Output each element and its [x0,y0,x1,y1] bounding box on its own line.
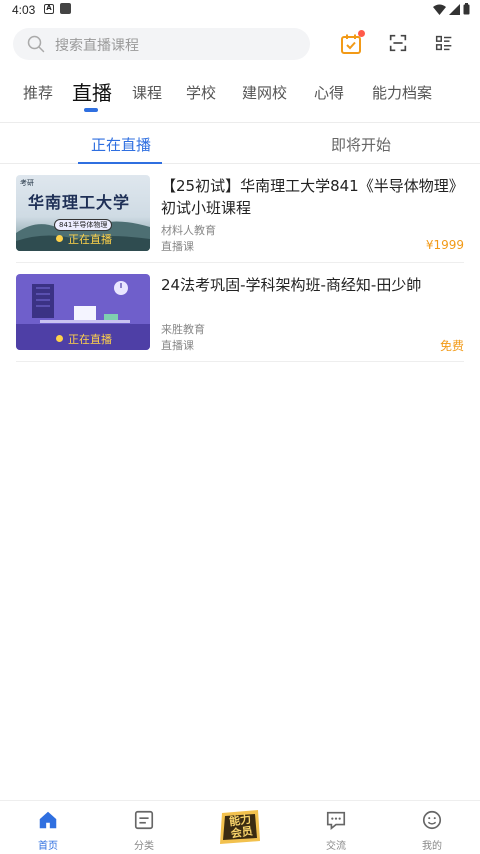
thumb-live-label: 正在直播 [68,333,112,346]
active-tab-indicator [84,108,98,112]
thumb-subject: 841半导体物理 [54,219,113,231]
tab-recommend[interactable]: 推荐 [23,82,53,103]
home-icon [39,811,57,829]
live-dot-icon [56,335,63,342]
category-tabs: 推荐 直播 课程 学校 建网校 心得 能力档案 [0,78,480,112]
course-price: 免费 [439,339,464,353]
status-icons [433,3,470,15]
course-price: ¥1999 [425,238,464,252]
tab-live-now[interactable]: 正在直播 [91,134,151,155]
course-thumbnail: 正在直播 [16,274,150,350]
thumb-live-label: 正在直播 [68,233,112,246]
thumb-kaoyan-label: 考研 [20,179,34,187]
scan-button[interactable] [387,32,411,56]
ability-member-button[interactable]: 能力会员 [216,807,264,847]
bottom-nav-category[interactable]: 分类 [114,809,174,852]
category-icon [134,810,154,830]
course-org: 来胜教育 [161,323,205,336]
bottom-nav-profile[interactable]: 我的 [402,809,462,852]
bottom-navigation: 首页 分类 能力会员 交流 我的 [0,800,480,854]
notification-a-icon: A [44,4,54,14]
bottom-nav-label: 我的 [422,841,442,852]
course-item[interactable]: 正在直播 24法考巩固-学科架构班-商经知-田少帥 来胜教育 直播课 免费 [16,274,464,354]
calendar-button[interactable] [339,30,365,56]
divider [16,262,464,263]
course-title[interactable]: 【25初试】华南理工大学841《半导体物理》初试小班课程 [161,175,466,219]
course-thumbnail: 考研 华南理工大学 841半导体物理 正在直播 [16,175,150,251]
bottom-nav-community[interactable]: 交流 [306,809,366,852]
course-title[interactable]: 24法考巩固-学科架构班-商经知-田少帥 [161,274,466,296]
list-menu-button[interactable] [433,32,457,56]
sub-tab-indicator [78,162,162,164]
bottom-nav-label: 交流 [326,841,346,852]
notification-dot [358,30,365,37]
tab-ability-profile[interactable]: 能力档案 [372,82,432,103]
course-org: 材料人教育 [161,224,216,237]
status-bar: 4:03 A [0,0,480,20]
chat-icon [326,811,346,830]
list-menu-icon [435,35,452,51]
signal-icon [449,3,460,15]
live-status-tabs: 正在直播 即将开始 [0,122,480,164]
wifi-icon [433,4,446,15]
live-dot-icon [56,235,63,242]
tab-upcoming[interactable]: 即将开始 [331,134,391,155]
tab-live[interactable]: 直播 [72,77,112,106]
search-input[interactable]: 搜索直播课程 [13,28,310,60]
search-icon [27,35,45,53]
bottom-nav-label: 首页 [38,841,58,852]
course-type: 直播课 [161,339,194,352]
search-placeholder: 搜索直播课程 [55,38,139,54]
tab-insights[interactable]: 心得 [314,82,344,103]
divider [16,361,464,362]
bottom-nav-home[interactable]: 首页 [18,809,78,852]
notification-square-icon [60,3,71,14]
vip-badge-label: 能力会员 [228,812,254,841]
course-type: 直播课 [161,240,194,253]
tab-build-school[interactable]: 建网校 [242,82,287,103]
status-time: 4:03 [12,3,36,17]
bottom-nav-label: 分类 [134,841,154,852]
battery-icon [463,3,470,15]
smiley-icon [422,810,442,830]
thumb-university-title: 华南理工大学 [28,193,131,212]
course-item[interactable]: 考研 华南理工大学 841半导体物理 正在直播 【25初试】华南理工大学841《… [16,175,464,255]
scan-icon [389,34,407,52]
tab-schools[interactable]: 学校 [186,82,216,103]
tab-courses[interactable]: 课程 [132,82,162,103]
